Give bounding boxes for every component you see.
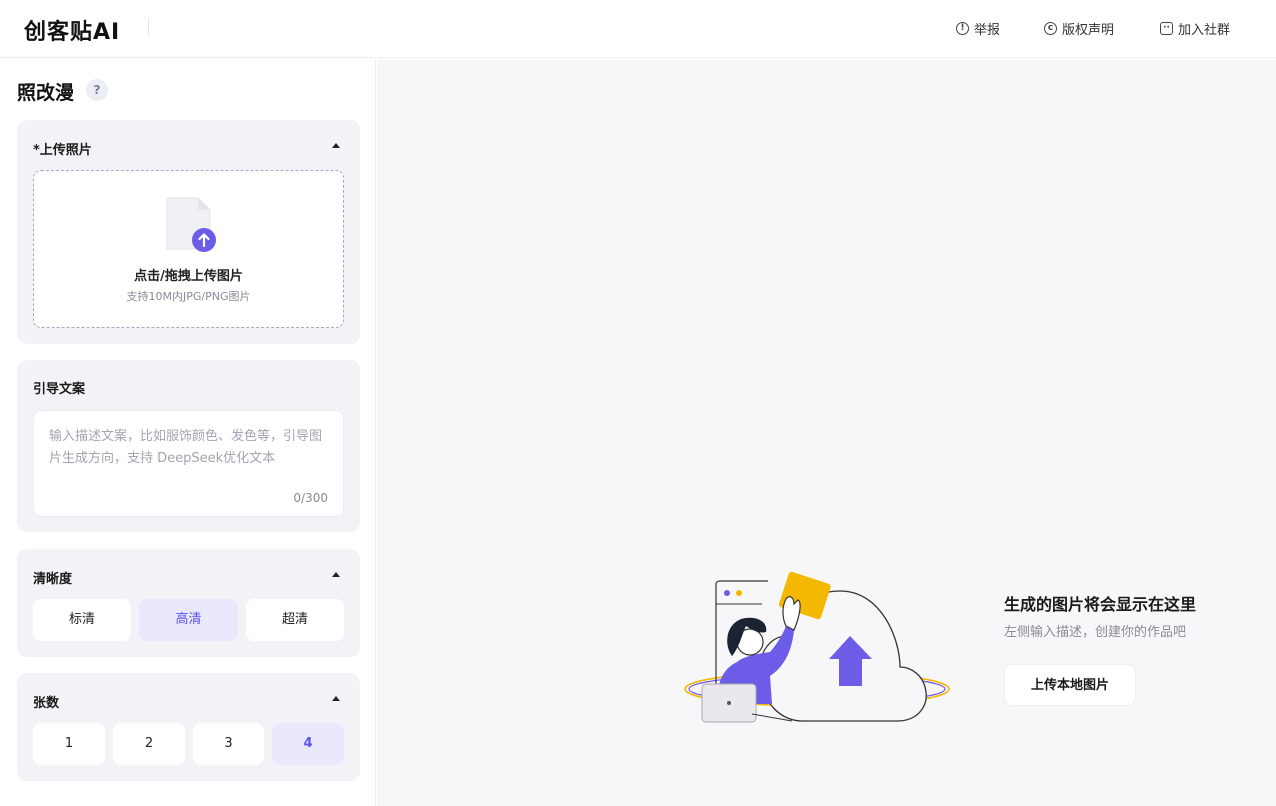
upload-card-title: *上传照片: [33, 143, 92, 158]
empty-state-title: 生成的图片将会显示在这里: [1004, 595, 1197, 614]
chat-icon: ··: [1160, 22, 1173, 35]
copyright-link[interactable]: c 版权声明: [1044, 19, 1114, 38]
collapse-caret-icon[interactable]: [332, 572, 340, 577]
quality-option-standard[interactable]: 标清: [33, 599, 131, 641]
prompt-card: 引导文案 输入描述文案，比如服饰颜色、发色等，引导图片生成方向，支持 DeepS…: [17, 360, 360, 532]
join-community-link[interactable]: ·· 加入社群: [1160, 19, 1230, 38]
sidebar: 照改漫 ? *上传照片 点击/拖拽上传图片 支持10M内JPG/PNG图片 引导…: [0, 59, 376, 806]
quality-card-title: 清晰度: [33, 572, 73, 587]
report-label: 举报: [974, 23, 1001, 38]
upload-local-button[interactable]: 上传本地图片: [1004, 664, 1136, 706]
count-option-1[interactable]: 1: [33, 723, 105, 765]
quality-option-ultra[interactable]: 超清: [246, 599, 344, 641]
upload-hint-text: 支持10M内JPG/PNG图片: [126, 290, 251, 303]
logo-divider: [148, 18, 149, 36]
count-option-4[interactable]: 4: [272, 723, 344, 765]
quality-card: 清晰度 标清 高清 超清: [17, 549, 360, 657]
upload-card: *上传照片 点击/拖拽上传图片 支持10M内JPG/PNG图片: [17, 120, 360, 344]
help-icon[interactable]: ?: [86, 79, 108, 101]
count-option-2[interactable]: 2: [113, 723, 185, 765]
info-circle-icon: !: [956, 22, 969, 35]
upload-illustration: [684, 571, 950, 723]
count-card-title: 张数: [33, 696, 60, 711]
prompt-card-title: 引导文案: [33, 382, 86, 397]
count-option-3[interactable]: 3: [193, 723, 264, 765]
page-title: 照改漫: [17, 82, 75, 104]
prompt-textarea[interactable]: 输入描述文案，比如服饰颜色、发色等，引导图片生成方向，支持 DeepSeek优化…: [33, 410, 344, 517]
result-area: 生成的图片将会显示在这里 左侧输入描述，创建你的作品吧 上传本地图片: [377, 59, 1276, 806]
prompt-placeholder: 输入描述文案，比如服饰颜色、发色等，引导图片生成方向，支持 DeepSeek优化…: [49, 429, 323, 466]
upload-main-text: 点击/拖拽上传图片: [134, 269, 243, 284]
copyright-icon: c: [1044, 22, 1057, 35]
upload-dropzone[interactable]: 点击/拖拽上传图片 支持10M内JPG/PNG图片: [33, 170, 344, 328]
top-bar: 创客贴AI ! 举报 c 版权声明 ·· 加入社群: [0, 0, 1276, 58]
file-upload-icon: [166, 197, 216, 252]
join-community-label: 加入社群: [1178, 23, 1231, 38]
char-counter: 0/300: [293, 491, 328, 505]
empty-state-subtitle: 左侧输入描述，创建你的作品吧: [1004, 625, 1187, 640]
report-link[interactable]: ! 举报: [956, 19, 1000, 38]
collapse-caret-icon[interactable]: [332, 143, 340, 148]
copyright-label: 版权声明: [1062, 23, 1115, 38]
quality-option-hd[interactable]: 高清: [139, 599, 238, 641]
logo[interactable]: 创客贴AI: [24, 14, 120, 46]
count-card: 张数 1 2 3 4: [17, 673, 360, 781]
collapse-caret-icon[interactable]: [332, 696, 340, 701]
